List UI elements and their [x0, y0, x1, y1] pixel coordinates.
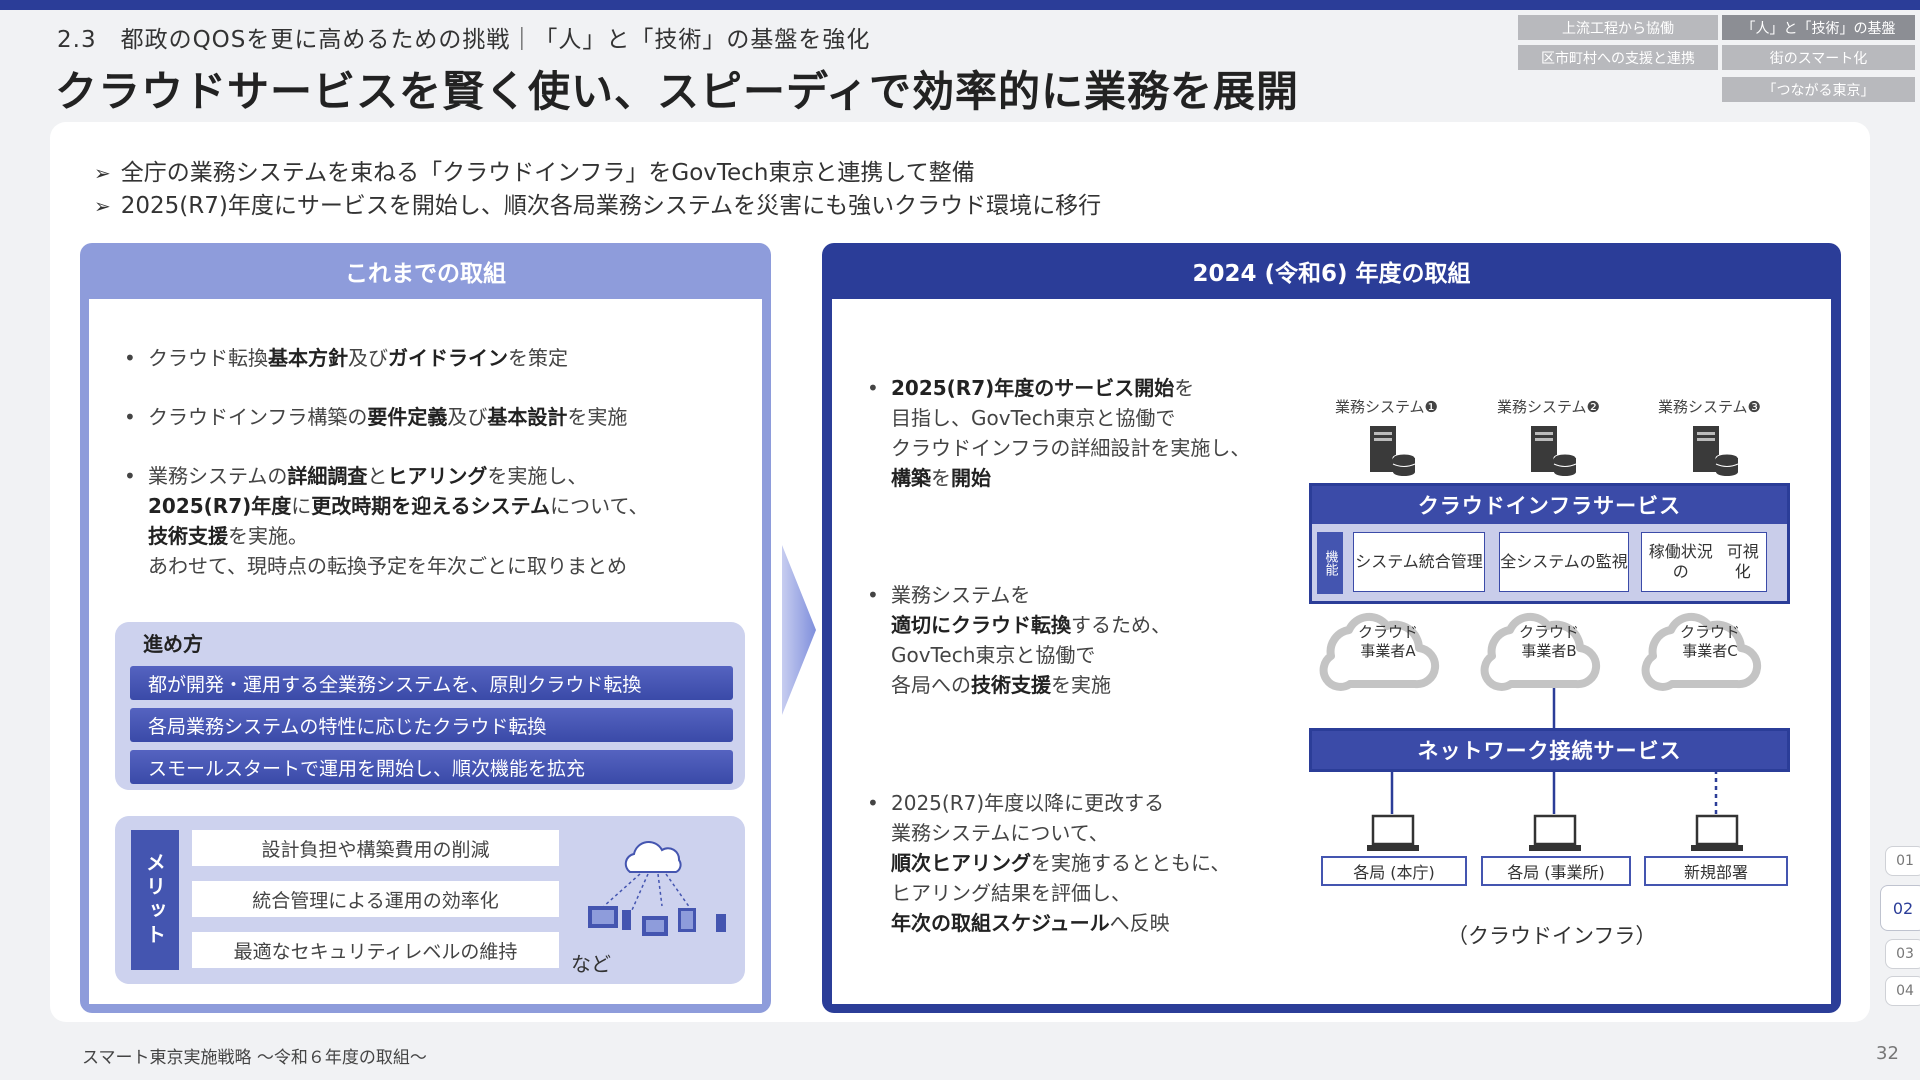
approach-step-3: スモールスタートで運用を開始し、順次機能を拡充: [130, 750, 733, 784]
approach-step-2: 各局業務システムの特性に応じたクラウド転換: [130, 708, 733, 742]
top-accent-bar: [0, 0, 1920, 10]
current-bullet-3: • 2025(R7)年度以降に更改する 業務システムについて、 順次ヒアリングを…: [867, 791, 1231, 935]
page-nav-04[interactable]: 04: [1885, 976, 1920, 1006]
nav-municipal[interactable]: 区市町村への支援と連携: [1518, 45, 1718, 70]
cloud-devices-icon: [588, 840, 726, 936]
past-bullet-2: • クラウドインフラ構築の要件定義及び基本設計を実施: [124, 405, 628, 429]
current-bullet-1: • 2025(R7)年度のサービス開始を 目指し、GovTech東京と協働で ク…: [867, 376, 1251, 490]
approach-step-1: 都が開発・運用する全業務システムを、原則クラウド転換: [130, 666, 733, 700]
cloud-provider-c: クラウド 事業者C: [1679, 623, 1740, 660]
laptop-icon: [1367, 814, 1419, 851]
function-item-1: システム 統合管理: [1353, 532, 1485, 592]
current-bullet-2: • 業務システムを 適切にクラウド転換するため、 GovTech東京と協働で 各…: [867, 583, 1171, 697]
section-title: 2.3 都政のQOSを更に高めるための挑戦｜「人」と「技術」の基盤を強化: [57, 27, 871, 53]
server-icon: [1693, 426, 1739, 476]
merit-item-3: 最適なセキュリティレベルの維持: [192, 932, 559, 968]
function-item-2: 全システムの 監視: [1499, 532, 1629, 592]
system-label-2: 業務システム❷: [1497, 398, 1600, 416]
arrow-right-icon: ➢: [94, 161, 111, 185]
system-label-3: 業務システム❸: [1658, 398, 1761, 416]
current-efforts-header: 2024 (令和6) 年度の取組: [1192, 261, 1471, 287]
function-item-3: 稼働状況の 可視化: [1641, 532, 1767, 592]
page-nav-01[interactable]: 01: [1885, 846, 1920, 876]
laptop-icon: [1529, 814, 1581, 851]
etc-label: など: [571, 952, 611, 976]
cloud-provider-a: クラウド 事業者A: [1357, 623, 1418, 660]
intro-line-1: ➢ 全庁の業務システムを束ねる「クラウドインフラ」をGovTech東京と連携して整…: [94, 160, 975, 186]
footer-text: スマート東京実施戦略 ～令和６年度の取組～: [82, 1048, 427, 1068]
nav-upstream[interactable]: 上流工程から協働: [1518, 15, 1718, 40]
intro-line-2: ➢ 2025(R7)年度にサービスを開始し、順次各局業務システムを災害にも強いクラ…: [94, 193, 1102, 219]
page-nav-03[interactable]: 03: [1885, 939, 1920, 969]
system-label-1: 業務システム❶: [1335, 398, 1438, 416]
nav-foundation[interactable]: 「人」と「技術」の基盤: [1722, 15, 1915, 40]
merit-item-2: 統合管理による運用の効率化: [192, 881, 559, 917]
nav-connected-tokyo[interactable]: 「つながる東京」: [1722, 77, 1915, 102]
arrow-right-icon: ➢: [94, 194, 111, 218]
page-nav-02[interactable]: 02: [1880, 885, 1920, 931]
past-efforts-header: これまでの取組: [345, 261, 506, 287]
approach-title: 進め方: [143, 632, 203, 656]
network-service-bar: ネットワーク接続サービス: [1309, 728, 1790, 772]
laptop-icon: [1691, 814, 1743, 851]
office-branch: 各局 (事業所): [1481, 856, 1631, 886]
function-label: 機能: [1317, 532, 1343, 594]
transition-arrow: [782, 545, 816, 715]
page-title: クラウドサービスを賢く使い、スピーディで効率的に業務を展開: [55, 67, 1300, 116]
merit-item-1: 設計負担や構築費用の削減: [192, 830, 559, 866]
nav-smart-city[interactable]: 街のスマート化: [1722, 45, 1915, 70]
server-icon: [1370, 426, 1416, 476]
server-icon: [1531, 426, 1577, 476]
merit-label: メリット: [131, 830, 179, 970]
diagram-caption: （クラウドインフラ）: [1447, 924, 1657, 948]
office-new-dept: 新規部署: [1644, 856, 1788, 886]
page-number: 32: [1876, 1043, 1899, 1064]
past-bullet-1: • クラウド転換基本方針及びガイドラインを策定: [124, 346, 568, 370]
past-bullet-3: • 業務システムの詳細調査とヒアリングを実施し、 2025(R7)年度に更改時期…: [124, 464, 649, 578]
cloud-provider-b: クラウド 事業者B: [1518, 623, 1579, 660]
cloud-infra-service-bar: クラウドインフラサービス: [1309, 483, 1790, 527]
office-hq: 各局 (本庁): [1321, 856, 1467, 886]
